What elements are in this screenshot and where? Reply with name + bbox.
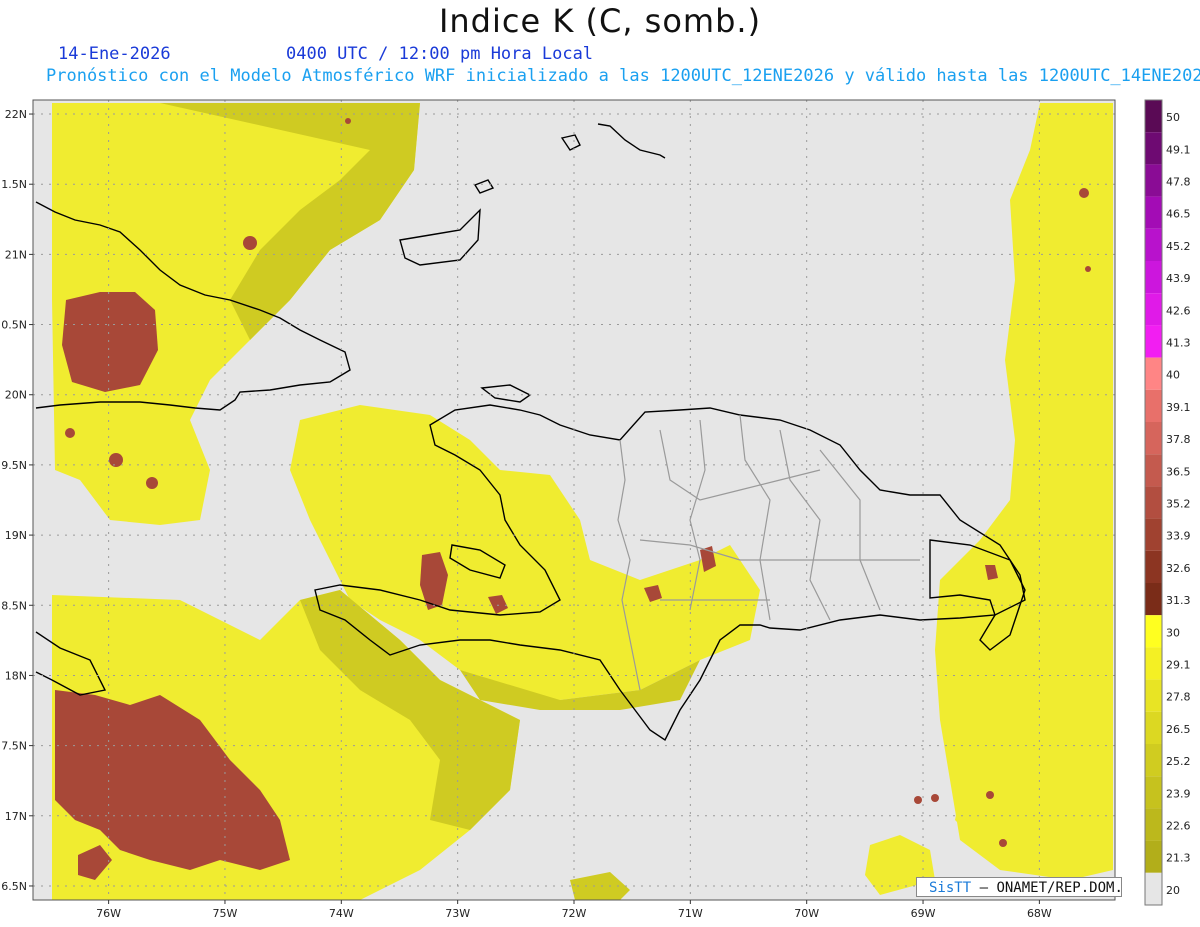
- colorbar-swatch: [1145, 872, 1162, 905]
- lon-label: 75W: [213, 907, 238, 920]
- colorbar-label: 23.9: [1166, 787, 1191, 800]
- colorbar-label: 27.8: [1166, 691, 1191, 704]
- colorbar-swatch: [1145, 261, 1162, 294]
- lon-label: 68W: [1027, 907, 1052, 920]
- brown-cell-small-3: [146, 477, 158, 489]
- brown-cell-small-1: [243, 236, 257, 250]
- lon-label: 72W: [562, 907, 587, 920]
- colorbar-label: 42.6: [1166, 304, 1191, 317]
- colorbar-label: 26.5: [1166, 723, 1191, 736]
- colorbar-label: 47.8: [1166, 176, 1191, 189]
- colorbar-swatch: [1145, 518, 1162, 551]
- colorbar-swatch: [1145, 454, 1162, 487]
- colorbar-swatch: [1145, 615, 1162, 648]
- colorbar-label: 30: [1166, 626, 1180, 639]
- colorbar-swatch: [1145, 679, 1162, 712]
- brown-cell-small-6: [1085, 266, 1091, 272]
- lat-label: 19N: [5, 529, 27, 542]
- colorbar-swatch: [1145, 293, 1162, 326]
- colorbar-label: 43.9: [1166, 272, 1191, 285]
- colorbar-label: 41.3: [1166, 337, 1191, 350]
- lat-label: 8.5N: [1, 599, 27, 612]
- colorbar-label: 36.5: [1166, 465, 1191, 478]
- colorbar-label: 49.1: [1166, 143, 1191, 156]
- lat-label: 6.5N: [1, 880, 27, 893]
- credit-box: SisTT – ONAMET/REP.DOM.: [916, 877, 1123, 897]
- colorbar-swatch: [1145, 776, 1162, 809]
- lon-label: 69W: [911, 907, 936, 920]
- colorbar-swatch: [1145, 164, 1162, 197]
- colorbar-label: 40: [1166, 369, 1180, 382]
- brown-cell-small-4: [65, 428, 75, 438]
- lat-label: 0.5N: [1, 319, 27, 332]
- colorbar-swatch: [1145, 808, 1162, 841]
- brown-cell-nw: [62, 292, 158, 392]
- colorbar-label: 29.1: [1166, 659, 1191, 672]
- colorbar-label: 22.6: [1166, 820, 1191, 833]
- colorbar-swatch: [1145, 744, 1162, 777]
- brown-cell-small-10: [986, 791, 994, 799]
- colorbar-label: 32.6: [1166, 562, 1191, 575]
- colorbar-label: 37.8: [1166, 433, 1191, 446]
- lat-label: 1.5N: [1, 178, 27, 191]
- colorbar-label: 39.1: [1166, 401, 1191, 414]
- colorbar-swatch: [1145, 711, 1162, 744]
- brown-cell-small-8: [931, 794, 939, 802]
- lat-label: 18N: [5, 669, 27, 682]
- latitude-labels: 22N 1.5N 21N 0.5N 20N 9.5N 19N 8.5N 18N 7.5N 17N 6.…: [1, 108, 33, 893]
- lat-label: 20N: [5, 389, 27, 402]
- colorbar-swatch: [1145, 100, 1162, 133]
- colorbar-label: 31.3: [1166, 594, 1191, 607]
- lat-label: 9.5N: [1, 459, 27, 472]
- brown-cell-small-5: [1079, 188, 1089, 198]
- colorbar-label: 45.2: [1166, 240, 1191, 253]
- colorbar-swatch: [1145, 196, 1162, 229]
- lat-label: 21N: [5, 248, 27, 261]
- colorbar-swatch: [1145, 583, 1162, 616]
- lat-label: 7.5N: [1, 740, 27, 753]
- colorbar-swatch: [1145, 422, 1162, 455]
- colorbar-label: 20: [1166, 884, 1180, 897]
- colorbar-label: 25.2: [1166, 755, 1191, 768]
- brown-cell-small-7: [345, 118, 351, 124]
- k-index-map: 22N 1.5N 21N 0.5N 20N 9.5N 19N 8.5N 18N 7.5N 17N 6.…: [1, 99, 1191, 920]
- colorbar-swatch: [1145, 228, 1162, 261]
- colorbar-label: 50: [1166, 111, 1180, 124]
- credit-brand: SisTT: [929, 880, 972, 896]
- lat-label: 22N: [5, 108, 27, 121]
- lon-label: 70W: [794, 907, 819, 920]
- colorbar-label: 21.3: [1166, 852, 1191, 865]
- brown-cell-small-11: [999, 839, 1007, 847]
- colorbar: 50 49.1 47.8 46.5 45.2 43.9 42.6 41.3 40 39.1 37.8…: [1144, 99, 1191, 906]
- lat-label: 17N: [5, 810, 27, 823]
- brown-cell-small-2: [109, 453, 123, 467]
- lon-label: 73W: [445, 907, 470, 920]
- longitude-labels: 76W 75W 74W 73W 72W 71W 70W 69W 68W: [96, 900, 1052, 920]
- lon-label: 76W: [96, 907, 121, 920]
- colorbar-swatch: [1145, 647, 1162, 680]
- colorbar-label: 46.5: [1166, 208, 1191, 221]
- lon-label: 71W: [678, 907, 703, 920]
- colorbar-swatch: [1145, 357, 1162, 390]
- lon-label: 74W: [329, 907, 354, 920]
- credit-org: – ONAMET/REP.DOM.: [979, 880, 1123, 896]
- colorbar-swatch: [1145, 840, 1162, 873]
- colorbar-swatch: [1145, 486, 1162, 519]
- colorbar-swatch: [1145, 389, 1162, 422]
- colorbar-swatch: [1145, 325, 1162, 358]
- colorbar-label: 33.9: [1166, 530, 1191, 543]
- colorbar-swatch: [1145, 132, 1162, 165]
- colorbar-swatch: [1145, 550, 1162, 583]
- colorbar-label: 35.2: [1166, 498, 1191, 511]
- brown-cell-small-9: [914, 796, 922, 804]
